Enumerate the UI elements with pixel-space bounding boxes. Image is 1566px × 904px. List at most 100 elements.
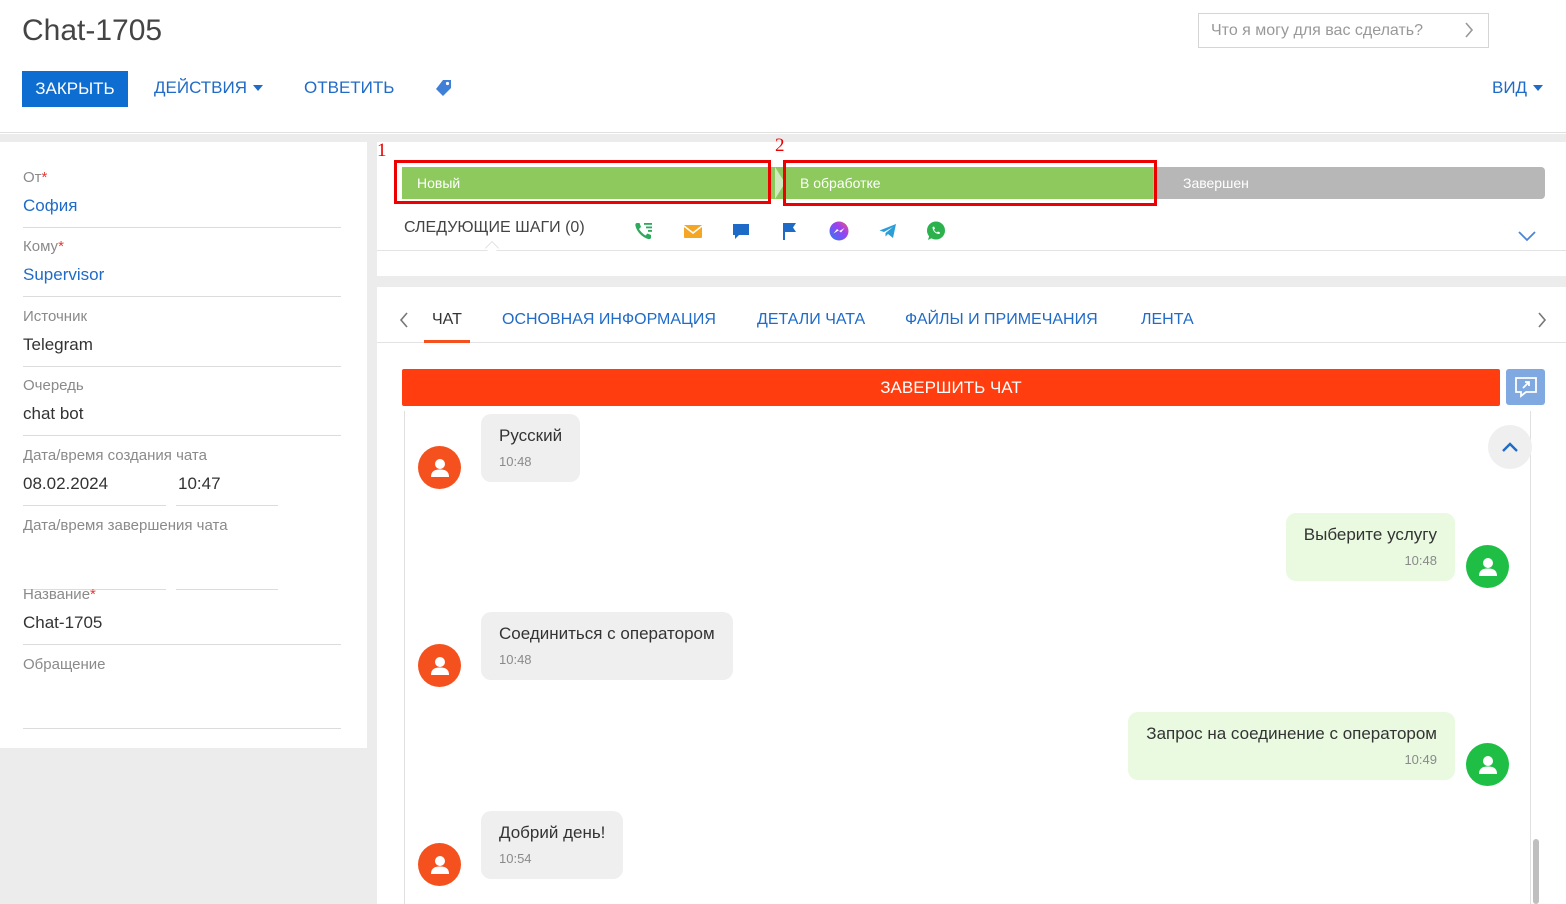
field-to: Кому* Supervisor	[23, 238, 341, 297]
tab-bar: ЧАТ ОСНОВНАЯ ИНФОРМАЦИЯ ДЕТАЛИ ЧАТА ФАЙЛ…	[377, 287, 1566, 343]
contact-avatar	[418, 644, 461, 687]
message-text: Соединиться с оператором	[499, 624, 715, 643]
field-queue-value[interactable]: chat bot	[23, 404, 341, 436]
tab-feed[interactable]: ЛЕНТА	[1141, 311, 1194, 329]
reply-button[interactable]: ОТВЕТИТЬ	[304, 78, 394, 98]
user-icon	[1478, 557, 1497, 576]
field-finished: Дата/время завершения чата	[23, 517, 341, 590]
chevron-down-icon[interactable]	[1518, 230, 1536, 242]
field-appeal-label: Обращение	[23, 656, 106, 673]
chevron-right-icon[interactable]	[1537, 312, 1547, 328]
message-time: 10:49	[1404, 752, 1437, 767]
chevron-left-icon[interactable]	[399, 312, 409, 328]
field-queue: Очередь chat bot	[23, 377, 341, 436]
message-text: Запрос на соединение с оператором	[1146, 724, 1437, 743]
whatsapp-icon[interactable]	[925, 220, 947, 242]
incoming-message: Соединиться с оператором 10:48	[481, 612, 733, 680]
annotation-box-2	[783, 160, 1157, 206]
actions-dropdown[interactable]: ДЕЙСТВИЯ	[154, 78, 264, 98]
tab-chat[interactable]: ЧАТ	[432, 311, 462, 329]
chat-panel: ЧАТ ОСНОВНАЯ ИНФОРМАЦИЯ ДЕТАЛИ ЧАТА ФАЙЛ…	[377, 287, 1566, 904]
message-time: 10:48	[1404, 553, 1437, 568]
annotation-number-2: 2	[775, 135, 785, 156]
next-steps-pointer	[484, 240, 500, 256]
field-from: От* София	[23, 169, 341, 228]
user-icon	[430, 656, 449, 675]
field-created-label: Дата/время создания чата	[23, 447, 207, 464]
message-list[interactable]: Русский 10:48 Выберите услугу 10:48 Соед…	[404, 411, 1531, 904]
field-created-date[interactable]: 08.02.2024	[23, 474, 166, 506]
view-dropdown[interactable]: ВИД	[1492, 78, 1544, 98]
field-created-time[interactable]: 10:47	[176, 474, 278, 506]
call-icon[interactable]	[633, 220, 655, 242]
field-created: Дата/время создания чата 08.02.2024 10:4…	[23, 447, 341, 506]
tab-files-notes[interactable]: ФАЙЛЫ И ПРИМЕЧАНИЯ	[905, 311, 1098, 329]
open-chat-window-button[interactable]	[1506, 369, 1545, 405]
chat-bubble-icon[interactable]	[730, 220, 752, 242]
stage-panel: Новый В обработке Завершен 1 2 СЛЕДУЮЩИЕ…	[377, 135, 1566, 276]
flag-icon[interactable]	[779, 220, 801, 242]
tab-main-info[interactable]: ОСНОВНАЯ ИНФОРМАЦИЯ	[502, 311, 716, 329]
record-fields-panel: От* София Кому* Supervisor Источник Tele…	[0, 142, 367, 748]
contact-avatar	[418, 446, 461, 489]
contact-avatar	[418, 843, 461, 886]
scroll-to-top-button[interactable]	[1488, 425, 1532, 469]
active-tab-indicator	[424, 340, 470, 343]
view-label: ВИД	[1492, 78, 1528, 97]
chevron-right-icon	[1465, 22, 1474, 38]
tag-icon[interactable]	[434, 78, 454, 98]
field-to-label: Кому	[23, 238, 59, 255]
required-mark: *	[41, 169, 48, 186]
message-text: Русский	[499, 426, 563, 445]
stage-done[interactable]: Завершен	[1153, 167, 1545, 199]
divider	[377, 250, 1566, 251]
field-from-label: От	[23, 169, 42, 186]
field-name-label: Название	[23, 586, 91, 603]
caret-down-icon	[253, 85, 264, 91]
field-name-value[interactable]: Chat-1705	[23, 613, 341, 645]
command-search-placeholder: Что я могу для вас сделать?	[1211, 21, 1424, 39]
user-icon	[1478, 755, 1497, 774]
annotation-number-1: 1	[377, 140, 387, 161]
chevron-up-icon	[1502, 442, 1518, 452]
message-text: Добрий день!	[499, 823, 606, 842]
end-chat-button[interactable]: ЗАВЕРШИТЬ ЧАТ	[402, 369, 1500, 406]
messenger-icon[interactable]	[828, 220, 850, 242]
message-text: Выберите услугу	[1303, 525, 1437, 544]
required-mark: *	[58, 238, 64, 255]
incoming-message: Русский 10:48	[481, 414, 581, 482]
operator-avatar	[1466, 545, 1509, 588]
actions-label: ДЕЙСТВИЯ	[154, 78, 248, 97]
annotation-box-1	[394, 160, 771, 204]
caret-down-icon	[1533, 85, 1544, 91]
field-queue-label: Очередь	[23, 377, 84, 394]
field-appeal-value[interactable]	[23, 697, 341, 729]
page-title: Chat-1705	[22, 14, 163, 47]
telegram-icon[interactable]	[877, 220, 899, 242]
outgoing-message: Выберите услугу 10:48	[1285, 513, 1455, 581]
required-mark: *	[90, 586, 96, 603]
field-finished-label: Дата/время завершения чата	[23, 517, 228, 534]
user-icon	[430, 458, 449, 477]
incoming-message: Добрий день! 10:54	[481, 811, 624, 879]
field-appeal: Обращение	[23, 656, 341, 729]
message-time: 10:48	[499, 454, 532, 469]
operator-avatar	[1466, 743, 1509, 786]
field-name: Название* Chat-1705	[23, 586, 341, 645]
page-header: Chat-1705 Что я могу для вас сделать? ЗА…	[0, 0, 1566, 133]
message-time: 10:54	[499, 851, 532, 866]
command-search-input[interactable]: Что я могу для вас сделать?	[1198, 13, 1489, 48]
field-source-value[interactable]: Telegram	[23, 335, 341, 367]
field-from-value[interactable]: София	[23, 196, 341, 228]
tab-chat-details[interactable]: ДЕТАЛИ ЧАТА	[757, 311, 865, 329]
close-button[interactable]: ЗАКРЫТЬ	[22, 71, 128, 107]
field-to-value[interactable]: Supervisor	[23, 265, 341, 297]
email-icon[interactable]	[682, 220, 704, 242]
message-time: 10:48	[499, 652, 532, 667]
external-chat-icon	[1514, 377, 1537, 398]
outgoing-message: Запрос на соединение с оператором 10:49	[1128, 712, 1455, 780]
next-steps-label[interactable]: СЛЕДУЮЩИЕ ШАГИ (0)	[404, 219, 585, 237]
scrollbar-thumb[interactable]	[1533, 839, 1539, 904]
field-source-label: Источник	[23, 308, 88, 325]
user-icon	[430, 855, 449, 874]
